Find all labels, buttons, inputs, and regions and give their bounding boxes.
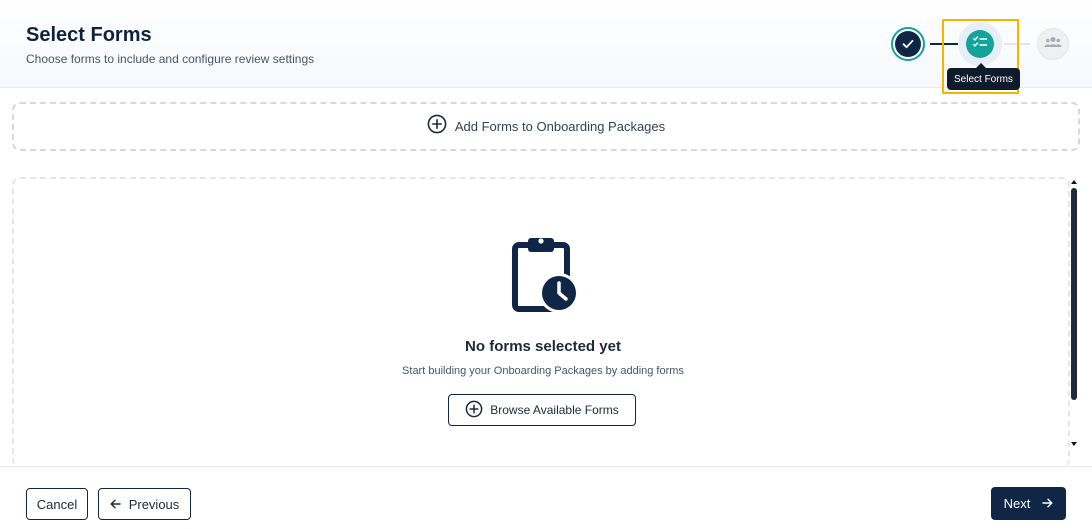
arrow-right-icon xyxy=(1042,496,1053,511)
page-title: Select Forms xyxy=(26,24,152,46)
previous-button[interactable]: Previous xyxy=(98,488,191,520)
browse-forms-button[interactable]: Browse Available Forms xyxy=(448,394,636,426)
next-button[interactable]: Next xyxy=(991,487,1066,520)
check-icon xyxy=(895,31,921,57)
scrollbar-thumb[interactable] xyxy=(1071,188,1077,400)
step-upcoming[interactable] xyxy=(1037,28,1069,60)
page-footer: Cancel Previous Next xyxy=(0,466,1092,529)
plus-circle-icon xyxy=(427,114,447,139)
step-tooltip: Select Forms xyxy=(947,63,1020,90)
selected-forms-panel: No forms selected yet Start building you… xyxy=(12,177,1070,467)
step-completed[interactable] xyxy=(891,27,925,61)
users-icon xyxy=(1044,35,1062,53)
empty-state-description: Start building your Onboarding Packages … xyxy=(402,365,684,377)
page-subtitle: Choose forms to include and configure re… xyxy=(26,52,315,66)
arrow-left-icon xyxy=(110,497,121,512)
add-forms-button[interactable]: Add Forms to Onboarding Packages xyxy=(12,102,1080,151)
scroll-up-arrow-icon[interactable] xyxy=(1071,180,1077,184)
next-label: Next xyxy=(1003,496,1031,511)
page-header: Select Forms Choose forms to include and… xyxy=(0,0,1092,88)
empty-state-title: No forms selected yet xyxy=(465,338,621,355)
browse-forms-label: Browse Available Forms xyxy=(490,403,619,417)
plus-circle-icon xyxy=(465,400,483,421)
add-forms-label: Add Forms to Onboarding Packages xyxy=(454,119,666,134)
select-forms-page: Select Forms Choose forms to include and… xyxy=(0,0,1092,529)
scroll-down-arrow-icon[interactable] xyxy=(1071,442,1077,446)
clipboard-clock-icon xyxy=(512,235,580,320)
previous-label: Previous xyxy=(128,496,180,512)
cancel-button[interactable]: Cancel xyxy=(26,488,88,520)
